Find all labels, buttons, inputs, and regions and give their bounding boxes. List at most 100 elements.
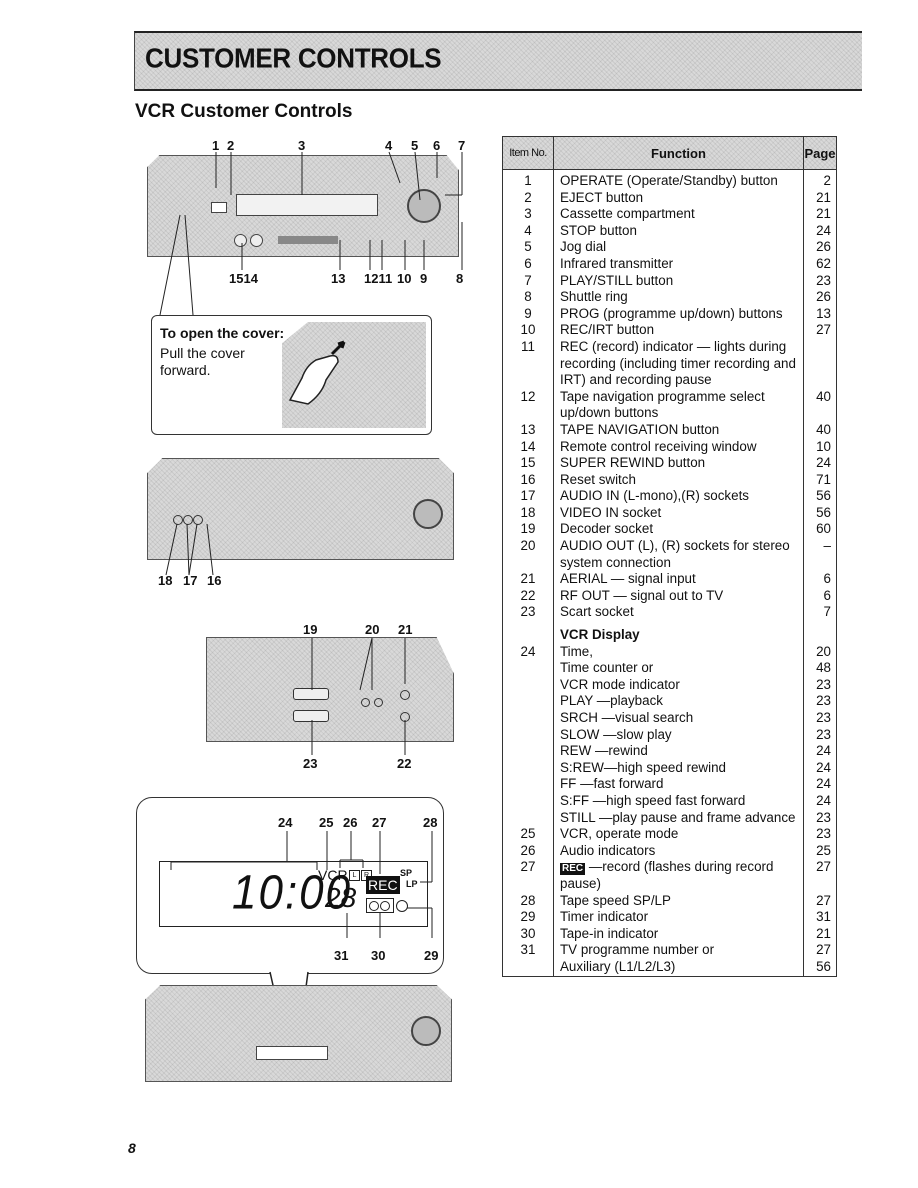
table-row: 22 RF OUT — signal out to TV 6 — [502, 587, 837, 605]
table-row: Time counter or 48 — [502, 660, 837, 677]
item-number: 26 — [502, 842, 554, 860]
table-row: 30 Tape-in indicator 21 — [502, 925, 837, 943]
function-text: SRCH —visual search — [560, 710, 694, 725]
page-ref: 71 — [803, 471, 837, 489]
table-row: 14 Remote control receiving window 10 — [502, 438, 837, 456]
callout-leaders — [170, 831, 433, 938]
function-text: Infrared transmitter — [560, 255, 674, 271]
item-number: 2 — [502, 189, 554, 207]
item-number — [502, 792, 554, 810]
table-row: 20 AUDIO OUT (L), (R) sockets for stereo … — [502, 538, 837, 572]
callout-label: 29 — [424, 948, 439, 963]
table-row: 18 VIDEO IN socket 56 — [502, 504, 837, 522]
item-number — [502, 759, 554, 777]
page-ref — [803, 621, 837, 644]
item-number — [502, 621, 554, 644]
item-number: 18 — [502, 504, 554, 522]
function-text: Cassette compartment — [560, 206, 695, 222]
callout-label: 1514 — [229, 271, 258, 286]
item-number — [502, 809, 554, 827]
table-row: 24 Time, 20 — [502, 643, 837, 661]
function-text: REC (record) indicator — lights during r… — [560, 338, 796, 388]
item-number — [502, 676, 554, 694]
front-display-window — [256, 1046, 328, 1060]
table-row: 13 TAPE NAVIGATION button 40 — [502, 421, 837, 439]
pointing-hand-icon — [288, 340, 346, 405]
table-row: SLOW —slow play 23 — [502, 726, 837, 744]
page-ref: 24 — [803, 743, 837, 760]
rec-badge: REC — [560, 863, 586, 876]
item-number: 3 — [502, 206, 554, 223]
page-ref: 26 — [803, 239, 837, 256]
page-ref: 21 — [803, 206, 837, 223]
table-row: PLAY —playback 23 — [502, 693, 837, 710]
table-row: 17 AUDIO IN (L-mono),(R) sockets 56 — [502, 488, 837, 505]
callout-label: 13 — [331, 271, 346, 286]
function-text: TV programme number or — [560, 942, 715, 958]
cover-callout: To open the cover: Pull the cover forwar… — [151, 315, 432, 435]
page-ref: 13 — [803, 305, 837, 323]
table-row: 19 Decoder socket 60 — [502, 521, 837, 539]
table-row: 26 Audio indicators 25 — [502, 842, 837, 860]
item-number: 22 — [502, 587, 554, 605]
table-row: 12 Tape navigation programme select up/do… — [502, 388, 837, 422]
function-text: VCR mode indicator — [560, 676, 680, 692]
table-row: FF —fast forward 24 — [502, 776, 837, 793]
function-text: AUDIO OUT (L), (R) sockets for stereo sy… — [560, 538, 790, 570]
page-ref: 56 — [803, 488, 837, 505]
page-ref: 23 — [803, 809, 837, 827]
item-number: 13 — [502, 421, 554, 439]
page-ref: 23 — [803, 710, 837, 727]
page-ref: 26 — [803, 289, 837, 306]
vcr-display-callout: 24 25 26 27 28 10:00 VCR L R REC SP LP 2… — [136, 797, 444, 974]
page-ref: 40 — [803, 421, 837, 439]
callout-label: 8 — [456, 271, 464, 286]
function-text: PLAY —playback — [560, 693, 663, 709]
function-text: VCR Display — [554, 621, 804, 644]
function-text: Tape navigation programme select up/down… — [560, 388, 765, 421]
function-text: SUPER REWIND button — [560, 455, 706, 471]
item-number — [502, 958, 554, 977]
item-number: 6 — [502, 255, 554, 273]
page-ref: 56 — [803, 958, 837, 977]
item-number: 29 — [502, 909, 554, 926]
item-number: 21 — [502, 571, 554, 588]
page-ref: 24 — [803, 222, 837, 240]
table-row: 16 Reset switch 71 — [502, 471, 837, 489]
page-ref: 24 — [803, 776, 837, 793]
item-number: 23 — [502, 604, 554, 622]
table-row: 29 Timer indicator 31 — [502, 909, 837, 926]
page-ref: 2 — [803, 169, 837, 190]
item-number: 10 — [502, 322, 554, 339]
page-ref: 6 — [803, 571, 837, 588]
table-row: 25 VCR, operate mode 23 — [502, 826, 837, 843]
function-text: —record (flashes during record pause) — [560, 859, 774, 891]
callout-label: 16 — [207, 573, 222, 588]
function-text: AUDIO IN (L-mono),(R) sockets — [560, 488, 749, 504]
page-ref: 27 — [803, 892, 837, 910]
page-ref: 27 — [803, 942, 837, 959]
page-ref: 23 — [803, 726, 837, 744]
table-row: 10 REC/IRT button 27 — [502, 322, 837, 339]
callout-leaders — [165, 523, 214, 576]
function-text: AERIAL — signal input — [560, 571, 696, 587]
function-text: STILL —play pause and frame advance — [560, 809, 796, 825]
page-ref: 60 — [803, 521, 837, 539]
section-heading: VCR Display — [560, 627, 640, 643]
item-number: 24 — [502, 643, 554, 661]
function-text: Time counter or — [560, 660, 654, 676]
table-row: 28 Tape speed SP/LP 27 — [502, 892, 837, 910]
table-row: 27 REC —record (flashes during record pau… — [502, 859, 837, 893]
table-row: 15 SUPER REWIND button 24 — [502, 455, 837, 472]
item-number: 19 — [502, 521, 554, 539]
item-number — [502, 660, 554, 677]
page-ref: 21 — [803, 189, 837, 207]
function-text: Tape speed SP/LP — [560, 892, 671, 908]
table-row: REW —rewind 24 — [502, 743, 837, 760]
function-text: Tape-in indicator — [560, 925, 659, 941]
function-text: Remote control receiving window — [560, 438, 757, 454]
callout-label: 18 — [158, 573, 173, 588]
table-row: 31 TV programme number or 27 — [502, 942, 837, 959]
item-number: 5 — [502, 239, 554, 256]
table-row: S:REW—high speed rewind 24 — [502, 759, 837, 777]
